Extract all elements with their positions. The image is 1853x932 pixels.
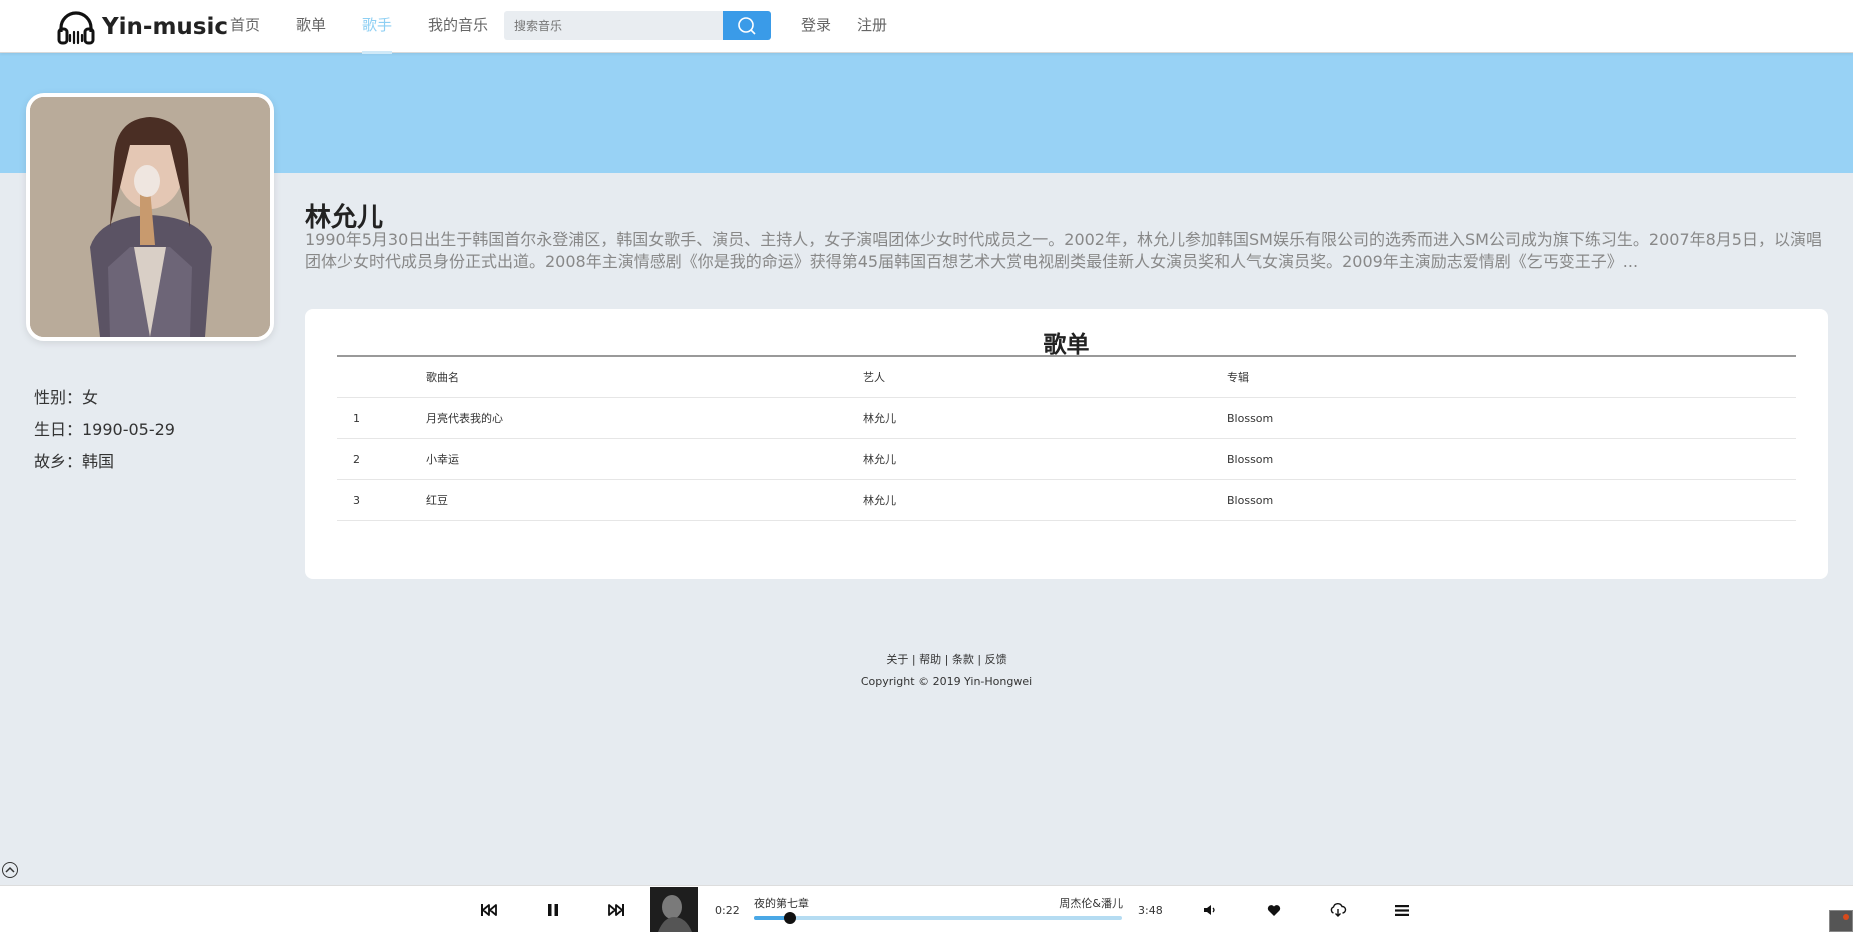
menu-icon — [1395, 904, 1409, 916]
nav-my-music[interactable]: 我的音乐 — [410, 0, 506, 53]
footer-separator: | — [911, 653, 916, 666]
pause-icon — [548, 904, 558, 916]
song-name[interactable]: 红豆 — [426, 492, 863, 508]
table-row[interactable]: 3 红豆 林允儿 Blossom — [337, 480, 1796, 521]
song-artist: 林允儿 — [863, 453, 896, 466]
top-navbar: Yin-music 首页 歌单 歌手 我的音乐 登录 注册 — [0, 0, 1853, 54]
current-time: 0:22 — [715, 904, 740, 917]
scroll-top-button[interactable] — [2, 862, 18, 878]
rewind-icon — [481, 904, 497, 916]
cloud-download-icon — [1330, 903, 1347, 917]
next-button[interactable] — [605, 899, 627, 921]
table-header: 歌曲名 艺人 专辑 — [337, 357, 1796, 398]
register-link[interactable]: 注册 — [844, 0, 900, 53]
login-link[interactable]: 登录 — [788, 0, 844, 53]
now-playing-artist: 周杰伦&潘儿 — [1059, 897, 1123, 910]
favorite-button[interactable] — [1263, 899, 1285, 921]
col-album-header: 专辑 — [1227, 371, 1249, 384]
singer-birthday: 生日：1990-05-29 — [34, 420, 175, 439]
song-index: 2 — [353, 452, 360, 466]
singer-photo — [30, 97, 270, 337]
music-player-bar: 0:22 夜的第七章 周杰伦&潘儿 3:48 — [0, 885, 1853, 932]
search-box — [504, 11, 771, 40]
songlist-title: 歌单 — [1043, 332, 1090, 358]
playlist-menu-button[interactable] — [1391, 899, 1413, 921]
volume-button[interactable] — [1199, 899, 1221, 921]
headphones-icon — [57, 11, 95, 45]
footer-separator: | — [944, 653, 949, 666]
footer-help-link[interactable]: 帮助 — [919, 653, 941, 666]
song-index: 3 — [353, 493, 360, 507]
song-artist: 林允儿 — [863, 494, 896, 507]
volume-icon — [1204, 905, 1215, 915]
nav-playlists[interactable]: 歌单 — [278, 0, 344, 53]
logo[interactable]: Yin-music — [56, 8, 228, 46]
songlist-panel: 歌单 歌曲名 艺人 专辑 1 月亮代表我的心 林允儿 Blossom 2 小幸运… — [305, 309, 1828, 579]
song-name[interactable]: 小幸运 — [426, 451, 863, 467]
download-button[interactable] — [1327, 899, 1349, 921]
search-button[interactable] — [723, 11, 771, 40]
chevron-up-icon — [5, 866, 15, 873]
tray-widget[interactable] — [1829, 910, 1853, 932]
pause-button[interactable] — [542, 899, 564, 921]
footer-terms-link[interactable]: 条款 — [952, 653, 974, 666]
progress-bar[interactable] — [754, 912, 1122, 924]
search-input[interactable] — [504, 11, 723, 40]
song-name[interactable]: 月亮代表我的心 — [426, 410, 863, 426]
total-time: 3:48 — [1138, 904, 1163, 917]
progress-handle[interactable] — [783, 912, 796, 924]
brand-name: Yin-music — [102, 14, 229, 40]
table-row[interactable]: 2 小幸运 林允儿 Blossom — [337, 439, 1796, 480]
profile-banner — [0, 53, 1853, 173]
album-art — [650, 887, 698, 932]
singer-gender: 性别：女 — [34, 388, 99, 407]
singer-hometown: 故乡：韩国 — [34, 452, 115, 471]
footer-separator: | — [977, 653, 982, 666]
singer-info: 性别：女 生日：1990-05-29 故乡：韩国 — [34, 382, 175, 478]
table-row[interactable]: 1 月亮代表我的心 林允儿 Blossom — [337, 398, 1796, 439]
col-name-header: 歌曲名 — [426, 371, 459, 384]
song-table: 歌曲名 艺人 专辑 1 月亮代表我的心 林允儿 Blossom 2 小幸运 林允… — [337, 357, 1796, 521]
singer-description: 1990年5月30日出生于韩国首尔永登浦区，韩国女歌手、演员、主持人，女子演唱团… — [305, 230, 1822, 271]
prev-button[interactable] — [478, 899, 500, 921]
album-cover[interactable] — [650, 887, 698, 932]
main-nav: 首页 歌单 歌手 我的音乐 — [212, 0, 506, 54]
nav-home[interactable]: 首页 — [212, 0, 278, 53]
footer-about-link[interactable]: 关于 — [886, 653, 908, 666]
copyright: Copyright © 2019 Yin-Hongwei — [860, 675, 1033, 688]
col-artist-header: 艺人 — [863, 371, 885, 384]
song-album: Blossom — [1227, 411, 1274, 425]
song-album: Blossom — [1227, 493, 1274, 507]
singer-avatar — [26, 93, 274, 341]
now-playing-title: 夜的第七章 — [754, 897, 809, 910]
nav-singers[interactable]: 歌手 — [344, 0, 410, 54]
heart-icon — [1267, 904, 1281, 916]
song-artist: 林允儿 — [863, 412, 896, 425]
search-icon — [738, 16, 756, 35]
song-album: Blossom — [1227, 452, 1274, 466]
footer-links: 关于 | 帮助 | 条款 | 反馈 — [0, 651, 1853, 667]
fast-forward-icon — [608, 904, 624, 916]
song-index: 1 — [353, 411, 360, 425]
auth-links: 登录 注册 — [788, 0, 900, 53]
footer-feedback-link[interactable]: 反馈 — [985, 653, 1007, 666]
